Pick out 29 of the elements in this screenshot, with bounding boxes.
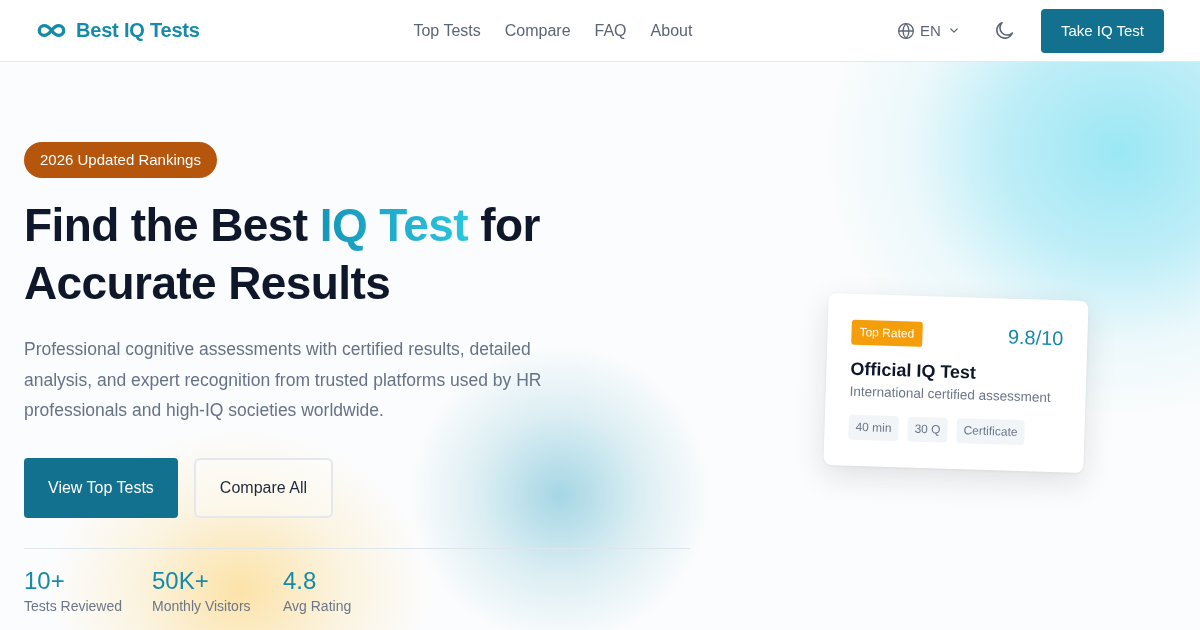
nav-link[interactable]: Compare (504, 21, 571, 40)
stat-label: Avg Rating (283, 596, 353, 615)
hero-headline: Find the Best IQ Test for Accurate Results (24, 198, 541, 311)
compare-all-button[interactable]: Compare All (193, 457, 333, 518)
stat-label: Monthly Visitors (152, 596, 252, 615)
infinity-logo-icon (37, 24, 66, 37)
top-rated-badge: Top Rated (851, 319, 923, 347)
tag-chip: 30 Q (907, 416, 948, 443)
site-logo-text[interactable]: Best IQ Tests (76, 19, 200, 42)
stat-label: Tests Reviewed (24, 596, 124, 615)
nav-link[interactable]: Top Tests (413, 21, 481, 40)
moon-icon[interactable] (995, 22, 1013, 39)
nav-link[interactable]: FAQ (594, 21, 627, 40)
stat-value: 10+ (24, 566, 66, 595)
rankings-badge: 2026 Updated Rankings (24, 142, 217, 178)
nav-link[interactable]: About (650, 21, 693, 40)
tag-chip: 40 min (848, 414, 899, 442)
test-title: Official IQ Test (850, 358, 978, 385)
language-selector[interactable]: EN (898, 22, 958, 39)
hero-description: Professional cognitive assessments with certified results, detailed analysis, and expert recognition from trusted platforms used by HR professionals and high-IQ societies worldwide. (24, 338, 543, 422)
take-iq-test-button[interactable]: Take IQ Test (1040, 8, 1164, 53)
stat-value: 50K+ (152, 566, 210, 595)
caret-icon (949, 28, 958, 33)
stat-value: 4.8 (283, 566, 318, 595)
tag-chip: Certificate (956, 418, 1025, 446)
view-top-tests-button[interactable]: View Top Tests (24, 457, 178, 518)
score-text: 9.8/10 (1007, 325, 1064, 351)
test-subtitle: International certified assessment (849, 383, 1052, 406)
globe-icon (898, 22, 915, 39)
